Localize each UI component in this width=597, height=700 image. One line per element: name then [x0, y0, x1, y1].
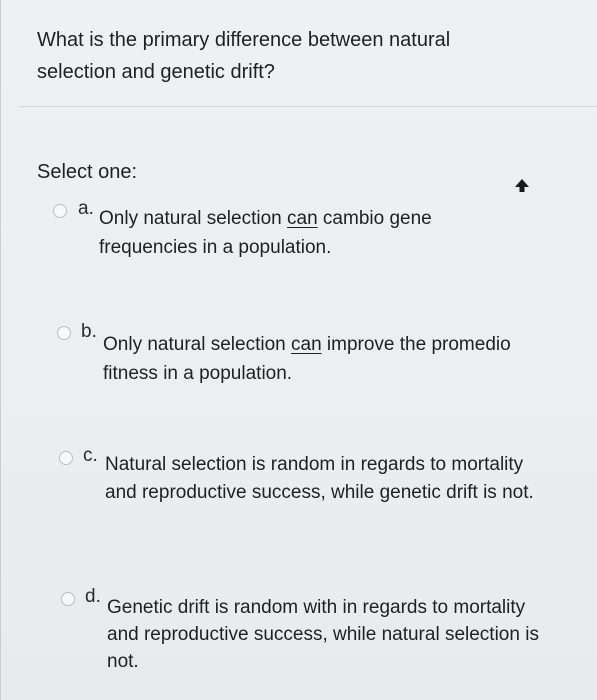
question-text: What is the primary difference between n…: [37, 29, 451, 83]
answer-option-a[interactable]: a. Only natural selection can cambio gen…: [1, 196, 597, 276]
option-text-b-part1: Only natural selection: [103, 334, 291, 355]
option-letter-c: c.: [83, 445, 98, 466]
option-text-c: Natural selection is random in regards t…: [105, 454, 534, 503]
option-text-d: Genetic drift is random with in regards …: [107, 597, 539, 672]
answer-option-b[interactable]: b. Only natural selection can improve th…: [1, 321, 597, 402]
select-one-label: Select one:: [37, 161, 138, 183]
option-text-b-underlined: can: [291, 334, 322, 355]
answer-option-d[interactable]: d. Genetic drift is random with in regar…: [1, 586, 597, 686]
option-text-a-underlined: can: [287, 208, 318, 229]
option-text-a-part1: Only natural selection: [99, 208, 287, 229]
radio-button-b[interactable]: [57, 326, 71, 340]
answer-option-c[interactable]: c. Natural selection is random in regard…: [1, 445, 597, 546]
option-letter-a: a.: [78, 198, 94, 219]
option-letter-b: b.: [81, 321, 97, 342]
option-letter-d: d.: [85, 586, 101, 607]
option-text-a: Only natural selection can cambio gene f…: [99, 204, 479, 262]
radio-button-a[interactable]: [53, 204, 67, 218]
radio-button-c[interactable]: [59, 451, 73, 465]
quiz-card: What is the primary difference between n…: [0, 0, 597, 700]
option-text-b: Only natural selection can improve the p…: [103, 330, 553, 388]
question-divider: [19, 106, 597, 107]
mouse-pointer-icon: [515, 179, 529, 192]
radio-button-d[interactable]: [61, 592, 75, 606]
